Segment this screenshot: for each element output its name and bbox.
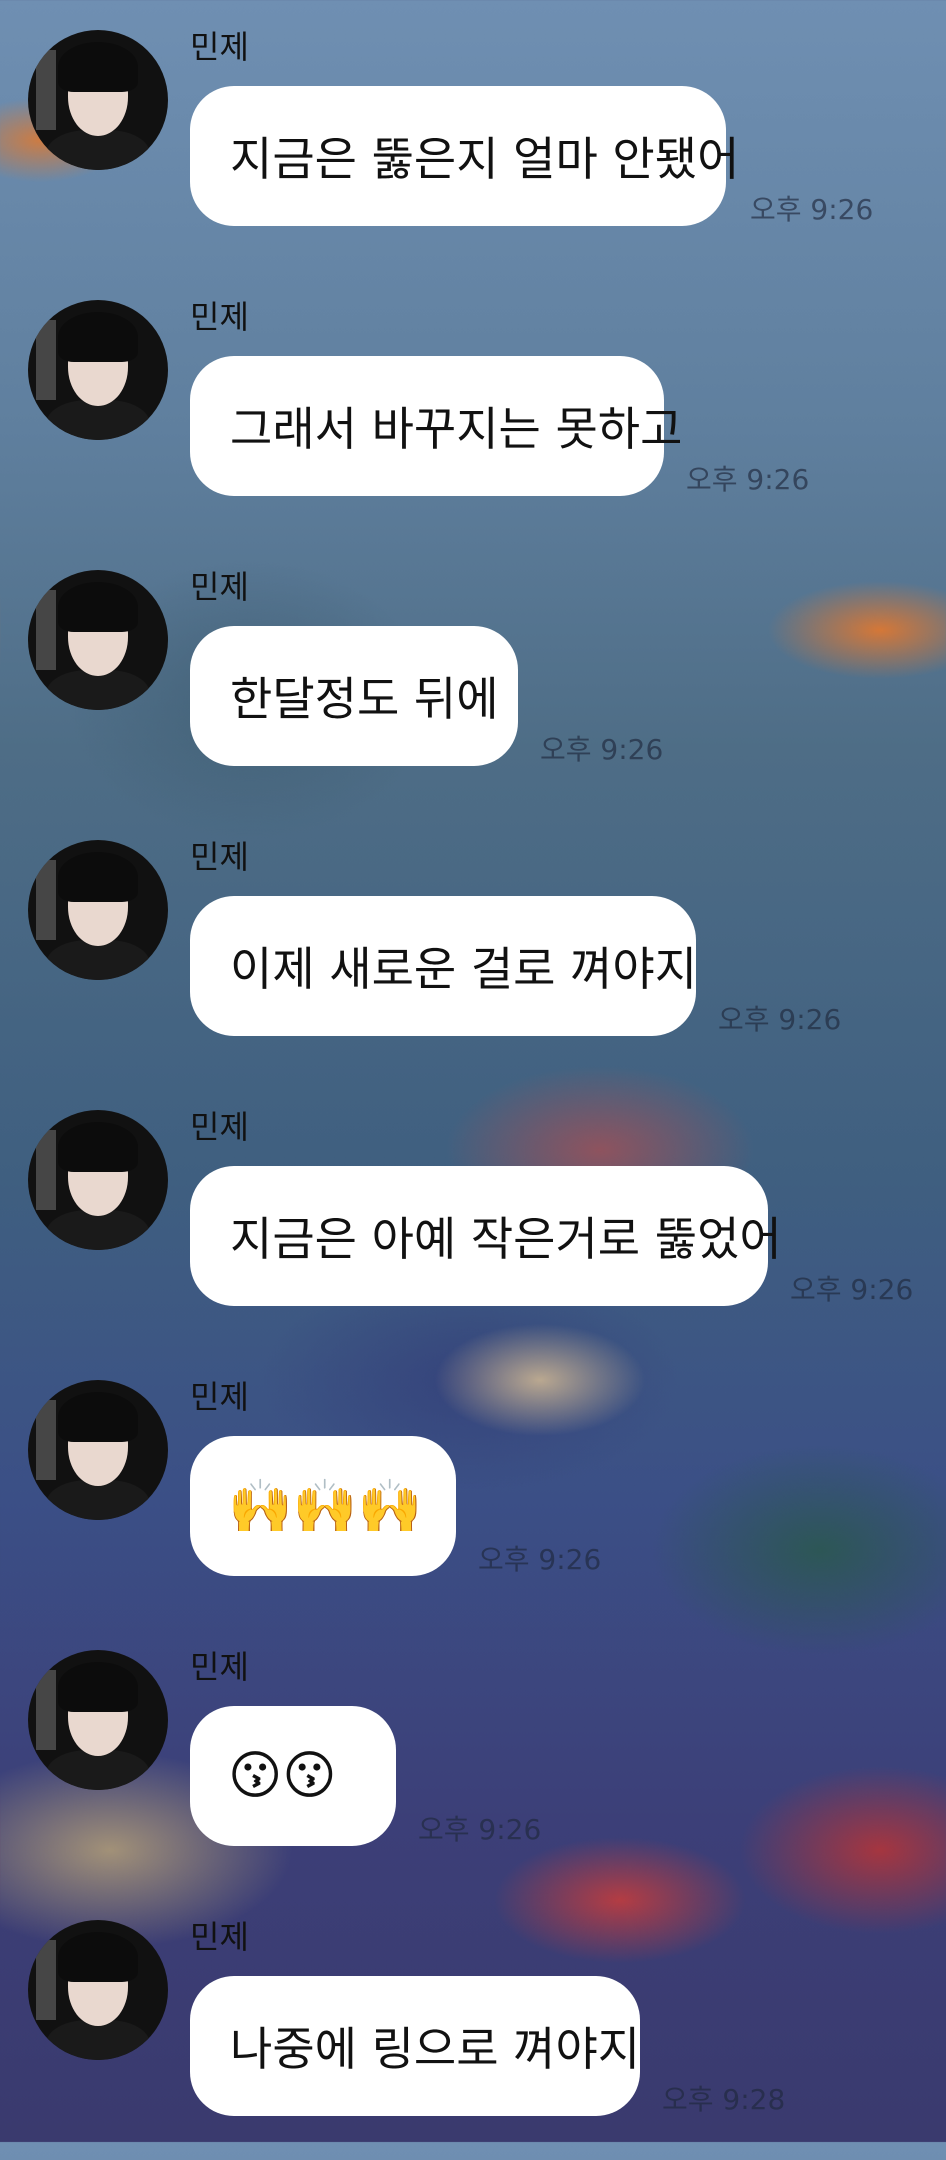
message-bubble[interactable]: 나중에 링으로 껴야지: [190, 1976, 640, 2116]
message-row: 민제 나중에 링으로 껴야지 오후 9:28: [0, 1890, 946, 2160]
avatar[interactable]: [28, 1650, 168, 1790]
message-row: 민제 이제 새로운 걸로 껴야지 오후 9:26: [0, 810, 946, 1080]
message-row: 민제 지금은 뚫은지 얼마 안됐어 오후 9:26: [0, 0, 946, 270]
message-bubble[interactable]: 😗😗: [190, 1706, 396, 1846]
message-time: 오후 9:26: [750, 193, 874, 226]
message-bubble[interactable]: 이제 새로운 걸로 껴야지: [190, 896, 698, 1036]
message-time: 오후 9:26: [418, 1813, 542, 1846]
avatar[interactable]: [28, 1110, 168, 1250]
message-text: 그래서 바꾸지는 못하고: [230, 402, 683, 456]
avatar[interactable]: [28, 1380, 168, 1520]
sender-name: 민제: [190, 1918, 249, 1956]
message-text: 😗😗: [228, 1746, 337, 1806]
avatar[interactable]: [28, 570, 168, 710]
avatar[interactable]: [28, 840, 168, 980]
sender-name: 민제: [190, 1648, 249, 1686]
message-bubble[interactable]: 한달정도 뒤에: [190, 626, 518, 766]
message-time: 오후 9:28: [662, 2083, 786, 2116]
message-time: 오후 9:26: [540, 733, 664, 766]
message-time: 오후 9:26: [790, 1273, 914, 1306]
message-text: 지금은 아예 작은거로 뚫었어: [230, 1212, 782, 1266]
message-bubble[interactable]: 지금은 뚫은지 얼마 안됐어: [190, 86, 739, 226]
sender-name: 민제: [190, 1378, 249, 1416]
message-row: 민제 🙌🙌🙌 오후 9:26: [0, 1350, 946, 1620]
message-row: 민제 한달정도 뒤에 오후 9:26: [0, 540, 946, 810]
message-text: 이제 새로운 걸로 껴야지: [230, 942, 698, 996]
sender-name: 민제: [190, 28, 249, 66]
message-row: 민제 😗😗 오후 9:26: [0, 1620, 946, 1890]
message-text: 🙌🙌🙌: [228, 1476, 423, 1537]
message-time: 오후 9:26: [478, 1543, 602, 1576]
sender-name: 민제: [190, 1108, 249, 1146]
avatar[interactable]: [28, 30, 168, 170]
message-bubble[interactable]: 지금은 아예 작은거로 뚫었어: [190, 1166, 782, 1306]
message-text: 나중에 링으로 껴야지: [230, 2022, 641, 2076]
message-text: 한달정도 뒤에: [230, 672, 499, 726]
message-row: 민제 지금은 아예 작은거로 뚫었어 오후 9:26: [0, 1080, 946, 1350]
sender-name: 민제: [190, 298, 249, 336]
message-bubble[interactable]: 그래서 바꾸지는 못하고: [190, 356, 682, 496]
sender-name: 민제: [190, 568, 249, 606]
avatar[interactable]: [28, 1920, 168, 2060]
message-bubble[interactable]: 🙌🙌🙌: [190, 1436, 456, 1576]
message-text: 지금은 뚫은지 얼마 안됐어: [230, 132, 740, 186]
message-time: 오후 9:26: [686, 463, 810, 496]
avatar[interactable]: [28, 300, 168, 440]
message-time: 오후 9:26: [718, 1003, 842, 1036]
message-row: 민제 그래서 바꾸지는 못하고 오후 9:26: [0, 270, 946, 540]
sender-name: 민제: [190, 838, 249, 876]
